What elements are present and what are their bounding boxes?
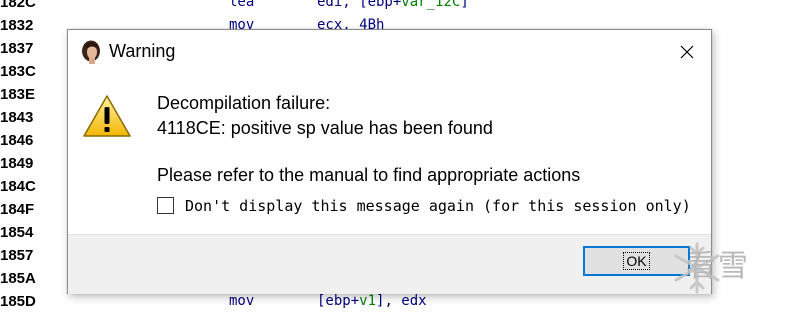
operand-text: ] [460,0,469,10]
address: 185A [0,270,36,287]
watermark-text: 看雪 [686,249,750,284]
message-line-1: Decompilation failure: [157,93,331,113]
address: 1846 [0,132,34,149]
warning-dialog: Warning Decompilation failure: 4118CE: p… [67,29,712,294]
dialog-titlebar[interactable]: Warning [68,30,711,74]
operand-text: edi, [ebp+ [317,0,402,10]
message-line-2: 4118CE: positive sp value has been found [157,118,493,138]
warning-icon [83,95,131,137]
operand-variable: var_12C [401,0,461,10]
operand-text: ], edx [376,293,427,309]
address: 1857 [0,247,34,264]
address: 1843 [0,109,34,126]
mnemonic: lea [229,0,255,10]
address: 1837 [0,40,34,57]
app-portrait-icon [82,40,100,64]
address: 1849 [0,155,34,172]
operand-variable: v1 [359,293,377,309]
close-button[interactable] [669,36,705,68]
close-icon [680,45,694,59]
dont-show-again-label[interactable]: Don't display this message again (for th… [185,197,691,215]
address: 182C [0,0,36,11]
operand-text: [ebp+ [317,293,360,309]
mnemonic: mov [229,293,255,309]
operands: [ebp+v1], edx [317,293,427,309]
address: 1854 [0,224,34,241]
dont-show-again-checkbox[interactable] [157,197,174,214]
address: 183E [0,86,36,103]
address: 184C [0,178,36,195]
listing-row[interactable]: 182C lea edi, [ebp+var_12C] [0,0,786,16]
address: 1832 [0,17,34,34]
address: 185D [0,293,36,310]
dialog-title: Warning [109,41,176,61]
message-line-3: Please refer to the manual to find appro… [157,165,581,185]
address: 183C [0,63,36,80]
operands: edi, [ebp+var_12C] [317,0,469,10]
address: 184F [0,201,35,218]
dialog-footer: OK [68,234,711,294]
